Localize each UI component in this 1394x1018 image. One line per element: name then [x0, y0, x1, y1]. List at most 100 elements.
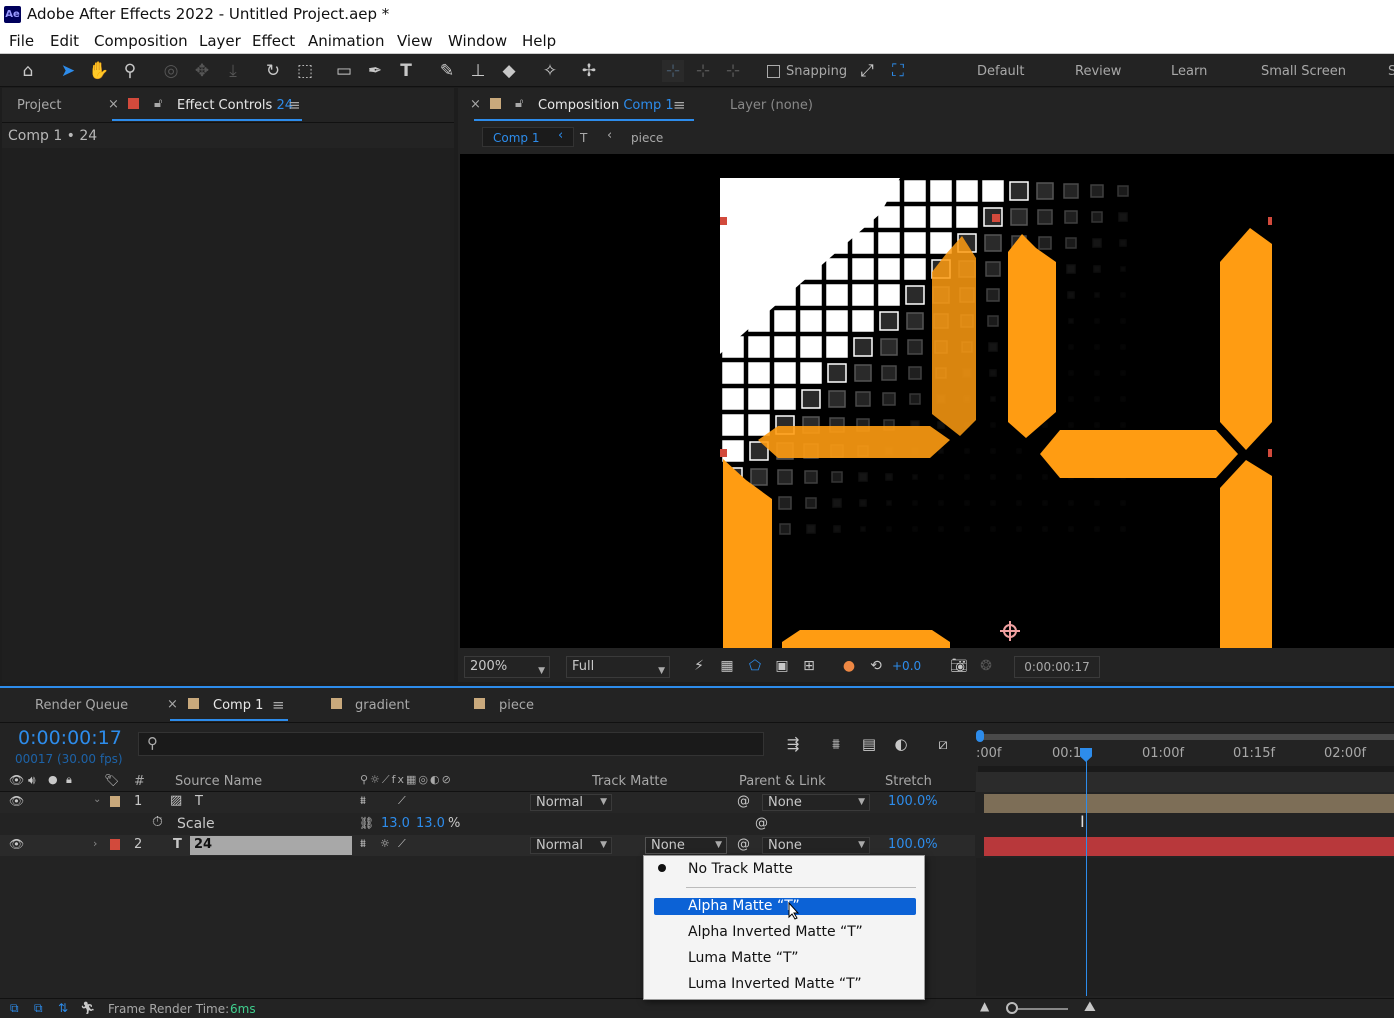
- collapse-icon[interactable]: ☼: [380, 837, 390, 850]
- panel-menu-icon[interactable]: ≡: [272, 696, 285, 714]
- menu-file[interactable]: File: [9, 32, 34, 50]
- comp-flowchart-icon[interactable]: ⇶: [782, 733, 804, 755]
- clone-stamp-icon[interactable]: ⊥: [467, 60, 489, 82]
- zoom-tool-icon[interactable]: ⚲: [119, 60, 141, 82]
- expression-pickwhip-icon[interactable]: @: [755, 816, 768, 831]
- tab-layer[interactable]: Layer (none): [730, 98, 813, 113]
- workspace-default[interactable]: Default: [977, 64, 1025, 79]
- layer-2-bar[interactable]: [984, 837, 1394, 856]
- panel-menu-icon[interactable]: ≡: [673, 96, 686, 114]
- snapshot-icon[interactable]: 📷︎: [948, 655, 970, 677]
- parent-select[interactable]: None ▼: [762, 794, 870, 811]
- transparency-grid-icon[interactable]: ▦: [716, 655, 738, 677]
- fast-preview-icon[interactable]: ⚡: [688, 655, 710, 677]
- show-snapshot-icon[interactable]: ❂: [975, 655, 997, 677]
- quality-icon[interactable]: ⟋: [398, 837, 406, 851]
- blend-mode-select[interactable]: Normal ▼: [530, 794, 612, 811]
- grid-guides-icon[interactable]: ⊞: [798, 655, 820, 677]
- tab-effect-controls[interactable]: Effect Controls 24: [177, 98, 293, 113]
- exposure-value[interactable]: +0.0: [892, 659, 921, 673]
- breadcrumb-piece[interactable]: piece: [631, 131, 663, 145]
- chevron-right-icon[interactable]: ›: [93, 837, 97, 850]
- pickwhip-icon[interactable]: @: [737, 794, 750, 809]
- dolly-camera-icon[interactable]: ⤓: [222, 60, 244, 82]
- scale-property-row[interactable]: ⏱︎ Scale ⛓︎ 13.0 13.0 % @: [0, 814, 975, 835]
- work-area-start[interactable]: [976, 730, 984, 742]
- menu-composition[interactable]: Composition: [94, 32, 188, 50]
- menu-effect[interactable]: Effect: [252, 32, 295, 50]
- selection-tool-icon[interactable]: ➤: [57, 60, 79, 82]
- layer-name[interactable]: 24: [194, 837, 212, 852]
- snap-target-icon[interactable]: ⛶: [887, 60, 909, 82]
- shy-layers-icon[interactable]: ⩩: [825, 733, 847, 755]
- layer-row-2[interactable]: 👁︎ › 2 T 24 ⩩ ☼ ⟋ Normal ▼ None ▼ @ None ▼ …: [0, 835, 975, 856]
- scale-x-value[interactable]: 13.0: [381, 816, 410, 831]
- lock-icon[interactable]: 🔓︎: [515, 96, 523, 111]
- tab-piece[interactable]: piece: [499, 698, 534, 713]
- view-axis-icon[interactable]: ⊹: [722, 60, 744, 82]
- panel-menu-icon[interactable]: ≡: [288, 96, 301, 114]
- reset-exposure-icon[interactable]: ⟲: [865, 655, 887, 677]
- shy-icon[interactable]: ⩩: [360, 794, 366, 808]
- breadcrumb-t[interactable]: T: [580, 131, 587, 145]
- channel-icon[interactable]: ●: [838, 655, 860, 677]
- mask-visibility-icon[interactable]: ⬠: [744, 655, 766, 677]
- menu-help[interactable]: Help: [522, 32, 556, 50]
- anchor-point-icon[interactable]: [1000, 621, 1020, 641]
- tab-gradient[interactable]: gradient: [355, 698, 410, 713]
- workspace-more[interactable]: S: [1388, 64, 1394, 79]
- shy-icon[interactable]: ⩩: [360, 837, 366, 851]
- world-axis-icon[interactable]: ⊹: [692, 60, 714, 82]
- roto-brush-icon[interactable]: ✧: [539, 60, 561, 82]
- menu-item-luma-matte[interactable]: Luma Matte “T”: [654, 950, 916, 967]
- tab-render-queue[interactable]: Render Queue: [35, 698, 128, 713]
- workspace-review[interactable]: Review: [1075, 64, 1121, 79]
- work-area-bar[interactable]: [978, 734, 1394, 740]
- graph-editor-icon[interactable]: ⧄: [932, 733, 954, 755]
- audio-icon[interactable]: 🔊︎: [28, 773, 36, 788]
- pan-camera-icon[interactable]: ✥: [191, 60, 213, 82]
- tab-comp1[interactable]: Comp 1: [213, 698, 263, 713]
- layer-name[interactable]: T: [195, 794, 203, 809]
- menu-window[interactable]: Window: [448, 32, 507, 50]
- workspace-learn[interactable]: Learn: [1171, 64, 1207, 79]
- render-time-icon[interactable]: 🏃︎: [80, 1001, 95, 1015]
- in-out-toggle-icon[interactable]: ⇅: [58, 1001, 68, 1015]
- tab-project[interactable]: Project: [17, 98, 61, 113]
- layer-1-bar[interactable]: [984, 794, 1394, 813]
- text-tool-icon[interactable]: T: [395, 60, 417, 82]
- viewer-timecode[interactable]: 0:00:00:17: [1014, 656, 1100, 678]
- layer-search-input[interactable]: ⚲: [138, 732, 764, 756]
- stretch-value[interactable]: 100.0%: [888, 794, 938, 809]
- menu-animation[interactable]: Animation: [308, 32, 384, 50]
- modes-toggle-icon[interactable]: ⧉: [34, 1001, 43, 1016]
- comp-viewer[interactable]: [460, 154, 1394, 648]
- zoom-in-icon[interactable]: ⛰: [1084, 999, 1096, 1015]
- close-icon[interactable]: ×: [108, 97, 119, 112]
- orbit-camera-icon[interactable]: ◎: [160, 60, 182, 82]
- pan-behind-icon[interactable]: ⬚: [294, 60, 316, 82]
- rotation-tool-icon[interactable]: ↻: [262, 60, 284, 82]
- frame-blending-icon[interactable]: ▤: [858, 733, 880, 755]
- workspace-small-screen[interactable]: Small Screen: [1261, 64, 1346, 79]
- layer-name-field[interactable]: [190, 836, 352, 855]
- stopwatch-icon[interactable]: ⏱︎: [152, 814, 163, 830]
- snap-options-icon[interactable]: ⤢: [856, 60, 878, 82]
- menu-edit[interactable]: Edit: [50, 32, 79, 50]
- eye-icon[interactable]: 👁︎: [9, 837, 24, 851]
- pickwhip-icon[interactable]: @: [737, 837, 750, 852]
- resolution-select[interactable]: Full ▼: [566, 656, 670, 678]
- constrain-proportions-icon[interactable]: ⛓︎: [359, 816, 374, 830]
- chevron-down-icon[interactable]: ⌄: [93, 794, 101, 805]
- menu-layer[interactable]: Layer: [199, 32, 241, 50]
- hand-tool-icon[interactable]: ✋: [88, 60, 110, 82]
- region-of-interest-icon[interactable]: ▣: [771, 655, 793, 677]
- zoom-slider-thumb[interactable]: [1006, 1002, 1018, 1014]
- label-tag-icon[interactable]: 🏷︎: [104, 773, 119, 787]
- brush-tool-icon[interactable]: ✎: [436, 60, 458, 82]
- menu-item-no-track-matte[interactable]: No Track Matte: [654, 861, 916, 878]
- layer-color-swatch[interactable]: [110, 839, 120, 850]
- tab-composition[interactable]: Composition Comp 1: [538, 98, 674, 113]
- time-ruler[interactable]: :00f 00:1 01:00f 01:15f 02:00f: [976, 728, 1394, 774]
- eraser-tool-icon[interactable]: ◆: [498, 60, 520, 82]
